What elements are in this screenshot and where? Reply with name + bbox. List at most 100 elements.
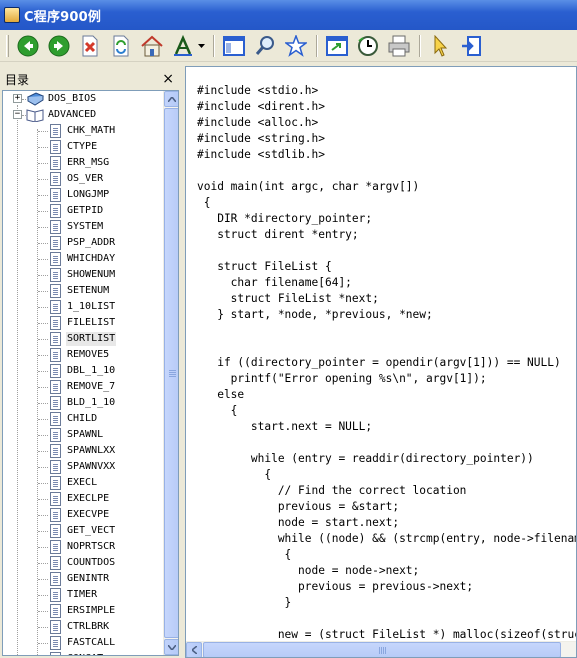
forward-icon (48, 35, 70, 56)
tree-guide-line (38, 579, 48, 580)
tree-leaf[interactable]: GET_VECT (3, 523, 163, 539)
tree-guide-line (38, 627, 48, 628)
tree-leaf[interactable]: CONCAT (3, 651, 163, 655)
locate-button[interactable] (458, 33, 484, 59)
tree-leaf[interactable]: SPAWNL (3, 427, 163, 443)
tree-guide-line (38, 643, 48, 644)
print-icon (388, 35, 410, 56)
tree-leaf[interactable]: SETENUM (3, 283, 163, 299)
tree-leaf[interactable]: CTYPE (3, 139, 163, 155)
code-line: { (197, 468, 272, 481)
tree-leaf-label: OS_VER (67, 173, 104, 184)
code-view[interactable]: #include <stdio.h> #include <dirent.h> #in… (185, 66, 577, 658)
document-icon (50, 252, 61, 266)
scroll-up-button[interactable] (164, 91, 178, 107)
history-button[interactable] (355, 33, 381, 59)
tree-leaf-label: COUNTDOS (67, 557, 116, 568)
tree-leaf[interactable]: SORTLIST (3, 331, 163, 347)
scroll-thumb[interactable] (203, 642, 561, 657)
options-button[interactable] (324, 33, 350, 59)
tree-guide-line (38, 403, 48, 404)
tree-leaf[interactable]: GENINTR (3, 571, 163, 587)
code-line: previous = previous->next; (197, 580, 474, 593)
tree-guide-line (22, 115, 26, 116)
tree-leaf[interactable]: SHOWENUM (3, 267, 163, 283)
expand-icon[interactable]: + (13, 94, 22, 103)
stop-button[interactable] (77, 33, 103, 59)
code-line: if ((directory_pointer = opendir(argv[1]… (197, 356, 561, 369)
tree-leaf[interactable]: WHICHDAY (3, 251, 163, 267)
tree-leaf-label: CTYPE (67, 141, 98, 152)
tree-node[interactable]: − ADVANCED (3, 107, 163, 123)
back-button[interactable] (15, 33, 41, 59)
tree-leaf[interactable]: EXECL (3, 475, 163, 491)
tree-leaf[interactable]: DBL_1_10 (3, 363, 163, 379)
scroll-left-button[interactable] (186, 642, 202, 657)
tree-leaf[interactable]: GETPID (3, 203, 163, 219)
code-line: { (197, 196, 211, 209)
tree-node[interactable]: + DOS_BIOS (3, 91, 163, 107)
tree-leaf[interactable]: CHK_MATH (3, 123, 163, 139)
font-dropdown[interactable] (197, 43, 205, 48)
toggle-pane-button[interactable] (221, 33, 247, 59)
tree-leaf-label: CONCAT (66, 652, 104, 655)
cursor-button[interactable] (427, 33, 453, 59)
stop-icon (82, 35, 98, 56)
tree-leaf-label: DBL_1_10 (67, 365, 116, 376)
panel-close-button[interactable]: × (162, 71, 174, 87)
tree-leaf[interactable]: EXECLPE (3, 491, 163, 507)
tree-leaf[interactable]: BLD_1_10 (3, 395, 163, 411)
toolbar-grip[interactable] (6, 34, 9, 57)
contents-tree[interactable]: + DOS_BIOS − ADVANCED CHK_MATH CTYPE ERR_MSG OS… (3, 91, 163, 655)
tree-leaf[interactable]: 1_10LIST (3, 299, 163, 315)
tree-leaf[interactable]: LONGJMP (3, 187, 163, 203)
tree-guide-line (38, 291, 48, 292)
tree-leaf[interactable]: ERSIMPLE (3, 603, 163, 619)
code-line: #include <stdlib.h> (197, 148, 325, 161)
code-line: struct FileList *next; (197, 292, 379, 305)
tree-leaf[interactable]: REMOVE5 (3, 347, 163, 363)
tree-leaf[interactable]: ERR_MSG (3, 155, 163, 171)
tree-leaf[interactable]: REMOVE_7 (3, 379, 163, 395)
tree-leaf-label: EXECLPE (67, 493, 110, 504)
tree-guide-line (38, 307, 48, 308)
tree-leaf[interactable]: FILELIST (3, 315, 163, 331)
tree-leaf[interactable]: OS_VER (3, 171, 163, 187)
document-icon (50, 220, 61, 234)
tree-guide-line (38, 275, 48, 276)
tree-guide-line (38, 227, 48, 228)
tree-leaf[interactable]: NOPRTSCR (3, 539, 163, 555)
document-icon (50, 636, 61, 650)
tree-leaf-label: SHOWENUM (67, 269, 116, 280)
print-button[interactable] (386, 33, 412, 59)
code-line: { (197, 404, 238, 417)
tree-vertical-scrollbar[interactable] (163, 91, 178, 655)
refresh-button[interactable] (108, 33, 134, 59)
document-icon (50, 284, 61, 298)
tree-leaf[interactable]: SPAWNLXX (3, 443, 163, 459)
tree-leaf[interactable]: TIMER (3, 587, 163, 603)
code-horizontal-scrollbar[interactable] (186, 641, 576, 657)
favorites-button[interactable] (283, 33, 309, 59)
collapse-icon[interactable]: − (13, 110, 22, 119)
scroll-down-button[interactable] (164, 639, 178, 655)
tree-leaf[interactable]: PSP_ADDR (3, 235, 163, 251)
search-button[interactable] (252, 33, 278, 59)
tree-leaf[interactable]: SPAWNVXX (3, 459, 163, 475)
document-icon (50, 332, 61, 346)
tree-guide-line (38, 195, 48, 196)
tree-leaf[interactable]: EXECVPE (3, 507, 163, 523)
tree-node-label: DOS_BIOS (48, 93, 97, 104)
tree-leaf[interactable]: CTRLBRK (3, 619, 163, 635)
document-icon (50, 348, 61, 362)
font-button[interactable] (170, 33, 196, 59)
tree-leaf[interactable]: CHILD (3, 411, 163, 427)
home-button[interactable] (139, 33, 165, 59)
tree-leaf[interactable]: COUNTDOS (3, 555, 163, 571)
thumb-grip (379, 647, 380, 654)
forward-button[interactable] (46, 33, 72, 59)
tree-leaf[interactable]: FASTCALL (3, 635, 163, 651)
tree-leaf[interactable]: SYSTEM (3, 219, 163, 235)
thumb-grip (169, 370, 176, 371)
scroll-thumb[interactable] (164, 108, 178, 638)
